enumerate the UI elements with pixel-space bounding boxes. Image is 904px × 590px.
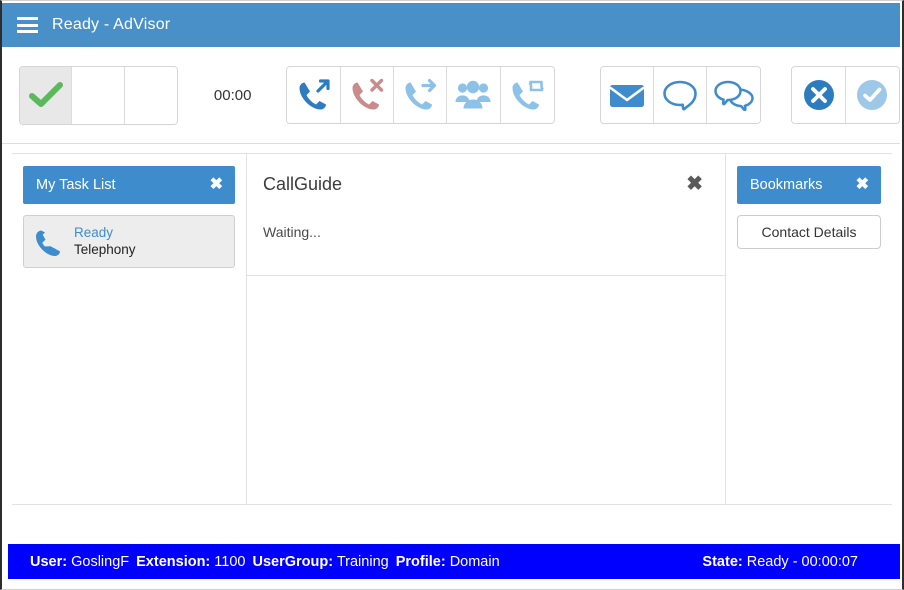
status-label-profile: Profile: <box>395 553 446 570</box>
status-value-profile: Domain <box>449 553 500 570</box>
window-title: Ready - AdVisor <box>52 16 171 33</box>
callguide-panel-header: CallGuide ✖ <box>247 154 725 214</box>
callguide-content-area <box>247 276 725 590</box>
status-value-user: GoslingF <box>71 553 130 570</box>
accept-button[interactable] <box>845 67 899 123</box>
contact-details-button[interactable]: Contact Details <box>737 215 881 249</box>
bookmarks-panel-header: Bookmarks ✖ <box>737 166 881 204</box>
outbound-call-button[interactable] <box>287 67 341 123</box>
chat-bubble-icon <box>663 80 697 111</box>
call-timer: 00:00 <box>213 86 252 104</box>
phone-handset-icon <box>34 227 64 257</box>
multi-chat-bubble-icon <box>714 80 754 111</box>
status-bar: User: GoslingF Extension: 1100 UserGroup… <box>8 544 900 579</box>
check-circle-icon <box>857 80 888 110</box>
multi-chat-button[interactable] <box>707 67 761 123</box>
advisor-application-window: Ready - AdVisor 00:00 My Task List ✖ Rea… <box>0 0 904 590</box>
page-title: CallGuide <box>263 173 343 194</box>
close-icon[interactable]: ✖ <box>856 177 869 193</box>
hamburger-bar-2 <box>17 23 38 27</box>
ready-state-button[interactable] <box>20 66 73 124</box>
status-field-usergroup: UserGroup: Training <box>252 554 388 570</box>
close-icon[interactable]: ✖ <box>686 174 703 194</box>
transfer-call-button[interactable] <box>393 67 448 123</box>
hamburger-bar-1 <box>17 17 38 20</box>
task-list-panel-header: My Task List ✖ <box>23 166 235 204</box>
phone-hangup-icon <box>352 78 384 110</box>
status-field-profile: Profile: Domain <box>396 554 500 570</box>
media-controls-group <box>599 66 762 124</box>
bookmarks-title: Bookmarks <box>750 177 823 193</box>
status-label-state: State: <box>702 553 743 570</box>
task-list-title: My Task List <box>36 177 116 193</box>
task-status-label: Ready <box>74 224 114 240</box>
task-channel-label: Telephony <box>74 241 136 257</box>
conference-people-icon <box>455 80 491 109</box>
call-response-group <box>791 66 900 124</box>
state-button-group <box>19 65 178 125</box>
status-badge: State: Ready - 00:00:07 <box>702 554 878 570</box>
callguide-column: CallGuide ✖ Waiting... <box>247 154 726 504</box>
list-item-text: Ready Telephony <box>74 225 136 259</box>
conference-call-button[interactable] <box>447 67 501 123</box>
bookmarks-column: Bookmarks ✖ Contact Details <box>726 154 892 504</box>
phone-outbound-icon <box>299 79 330 110</box>
status-value-state: Ready - 00:00:07 <box>746 553 858 570</box>
status-field-user: User: GoslingF <box>30 554 129 570</box>
status-label-extension: Extension: <box>136 553 211 570</box>
task-list-column: My Task List ✖ Ready Telephony <box>12 154 247 504</box>
x-circle-icon <box>803 80 834 110</box>
status-value-extension: 1100 <box>214 553 246 570</box>
hamburger-bar-3 <box>17 30 38 33</box>
state-slot-3-button[interactable] <box>124 66 177 124</box>
green-check-icon <box>28 82 63 107</box>
phone-transfer-icon <box>405 78 437 110</box>
title-bar: Ready - AdVisor <box>2 3 900 47</box>
end-call-button[interactable] <box>340 67 394 123</box>
retrieve-call-button[interactable] <box>500 67 554 123</box>
close-icon[interactable]: ✖ <box>210 177 223 193</box>
main-content-area: My Task List ✖ Ready Telephony CallGuide… <box>12 153 892 505</box>
state-slot-2-button[interactable] <box>72 66 125 124</box>
email-button[interactable] <box>600 67 654 123</box>
status-fields: User: GoslingF Extension: 1100 UserGroup… <box>30 554 500 570</box>
hamburger-menu-icon[interactable] <box>17 17 38 33</box>
status-value-usergroup: Training <box>336 553 389 570</box>
status-label-user: User: <box>30 553 68 570</box>
status-field-extension: Extension: 1100 <box>136 554 245 570</box>
phone-retrieve-icon <box>512 80 545 110</box>
chat-button[interactable] <box>653 67 708 123</box>
reject-button[interactable] <box>792 67 846 123</box>
call-controls-group <box>286 66 555 124</box>
status-label-usergroup: UserGroup: <box>252 553 334 570</box>
callguide-status-text: Waiting... <box>247 214 725 276</box>
envelope-icon <box>609 85 645 107</box>
main-toolbar: 00:00 <box>2 47 900 144</box>
list-item[interactable]: Ready Telephony <box>23 215 235 268</box>
